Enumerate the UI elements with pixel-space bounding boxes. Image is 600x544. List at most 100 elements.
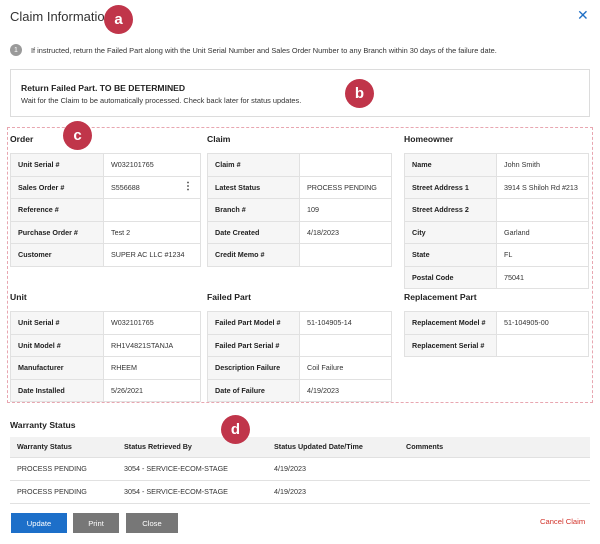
replacement-part-label: Replacement Serial #	[404, 333, 497, 357]
instruction-row: 1 If instructed, return the Failed Part …	[10, 44, 497, 56]
table-row: Street Address 2	[404, 198, 589, 222]
replacement-part-table: Replacement Model #51-104905-00 Replacem…	[404, 311, 589, 357]
order-value: Test 2	[103, 220, 201, 244]
sales-order-value: S556688	[111, 182, 140, 192]
homeowner-label: Street Address 2	[404, 198, 497, 222]
table-row: Postal Code 75041	[404, 265, 589, 289]
replacement-part-label: Replacement Model #	[404, 311, 497, 335]
table-row: Manufacturer RHEEM	[10, 356, 201, 380]
order-label: Unit Serial #	[10, 153, 104, 177]
annotation-badge-a: a	[104, 5, 133, 34]
homeowner-title: Homeowner	[404, 134, 454, 144]
claim-label: Latest Status	[207, 175, 300, 199]
table-row: Failed Part Serial #	[207, 333, 392, 357]
order-label: Sales Order #	[10, 175, 104, 199]
order-value: SUPER AC LLC #1234	[103, 243, 201, 267]
homeowner-value: Garland	[496, 220, 589, 244]
failed-part-label: Failed Part Serial #	[207, 333, 300, 357]
table-row: City Garland	[404, 220, 589, 244]
order-label: Customer	[10, 243, 104, 267]
failed-part-value	[299, 333, 392, 357]
claim-value	[299, 243, 392, 267]
table-cell: PROCESS PENDING	[10, 480, 117, 504]
claim-value: PROCESS PENDING	[299, 175, 392, 199]
print-button[interactable]: Print	[73, 513, 119, 533]
table-row: PROCESS PENDING 3054 - SERVICE-ECOM-STAG…	[10, 457, 590, 481]
table-row: Failed Part Model #51-104905-14	[207, 311, 392, 335]
step-number-icon: 1	[10, 44, 22, 56]
homeowner-value: John Smith	[496, 153, 589, 177]
unit-value: RHEEM	[103, 356, 201, 380]
table-row: Reference #	[10, 198, 201, 222]
warranty-status-title: Warranty Status	[10, 420, 76, 430]
annotation-badge-c: c	[63, 121, 92, 150]
table-cell: PROCESS PENDING	[10, 457, 117, 481]
claim-label: Branch #	[207, 198, 300, 222]
table-cell	[399, 480, 590, 504]
failed-part-value: Coil Failure	[299, 356, 392, 380]
failed-part-table: Failed Part Model #51-104905-14 Failed P…	[207, 311, 392, 402]
order-value	[103, 198, 201, 222]
failed-part-label: Failed Part Model #	[207, 311, 300, 335]
claim-title: Claim	[207, 134, 231, 144]
warranty-status-table: Warranty Status Status Retrieved By Stat…	[10, 437, 590, 504]
unit-title: Unit	[10, 292, 27, 302]
table-row: Replacement Serial #	[404, 333, 589, 357]
table-row: Latest Status PROCESS PENDING	[207, 175, 392, 199]
homeowner-label: Name	[404, 153, 497, 177]
failed-part-title: Failed Part	[207, 292, 251, 302]
notice-title: Return Failed Part. TO BE DETERMINED	[21, 83, 186, 93]
table-row: State FL	[404, 243, 589, 267]
claim-section: Claim Claim # Latest Status PROCESS PENDI…	[207, 134, 392, 267]
unit-section: Unit Unit Serial # W032101765 Unit Model …	[10, 292, 201, 402]
table-row: Customer SUPER AC LLC #1234	[10, 243, 201, 267]
replacement-part-section: Replacement Part Replacement Model #51-1…	[404, 292, 589, 357]
order-label: Purchase Order #	[10, 220, 104, 244]
failed-part-label: Description Failure	[207, 356, 300, 380]
close-button[interactable]: Close	[126, 513, 178, 533]
order-section: Order Unit Serial # W032101765 Sales Orde…	[10, 134, 201, 267]
failed-part-label: Date of Failure	[207, 378, 300, 402]
update-button[interactable]: Update	[11, 513, 67, 533]
table-cell: 3054 - SERVICE-ECOM-STAGE	[117, 457, 267, 481]
table-row: Sales Order # S556688 ⋮	[10, 175, 201, 199]
table-row: Street Address 1 3914 S Shiloh Rd #213	[404, 175, 589, 199]
table-row: Description Failure Coil Failure	[207, 356, 392, 380]
return-part-notice: Return Failed Part. TO BE DETERMINED Wai…	[10, 69, 590, 117]
homeowner-value: 75041	[496, 265, 589, 289]
close-icon[interactable]: ✕	[577, 8, 589, 22]
more-options-icon[interactable]: ⋮	[183, 181, 193, 192]
cancel-claim-link[interactable]: Cancel Claim	[540, 517, 585, 526]
table-row: PROCESS PENDING 3054 - SERVICE-ECOM-STAG…	[10, 480, 590, 504]
table-row: Date Created 4/18/2023	[207, 220, 392, 244]
homeowner-label: City	[404, 220, 497, 244]
table-row: Unit Serial # W032101765	[10, 311, 201, 335]
homeowner-value	[496, 198, 589, 222]
column-header: Warranty Status	[10, 437, 117, 458]
table-row: Purchase Order # Test 2	[10, 220, 201, 244]
notice-text: Wait for the Claim to be automatically p…	[21, 96, 302, 105]
homeowner-value: 3914 S Shiloh Rd #213	[496, 175, 589, 199]
claim-label: Credit Memo #	[207, 243, 300, 267]
replacement-part-value	[496, 333, 589, 357]
table-header-row: Warranty Status Status Retrieved By Stat…	[10, 437, 590, 458]
dialog-title: Claim Information	[10, 9, 112, 24]
unit-value: RH1V4821STANJA	[103, 333, 201, 357]
unit-value: W032101765	[103, 311, 201, 335]
claim-label: Date Created	[207, 220, 300, 244]
table-row: Date Installed 5/26/2021	[10, 378, 201, 402]
table-cell	[399, 457, 590, 481]
claim-value	[299, 153, 392, 177]
failed-part-section: Failed Part Failed Part Model #51-104905…	[207, 292, 392, 402]
unit-table: Unit Serial # W032101765 Unit Model # RH1V…	[10, 311, 201, 402]
unit-label: Date Installed	[10, 378, 104, 402]
replacement-part-value: 51-104905-00	[496, 311, 589, 335]
column-header: Comments	[399, 437, 590, 458]
failed-part-value: 51-104905-14	[299, 311, 392, 335]
table-row: Claim #	[207, 153, 392, 177]
table-cell: 4/19/2023	[267, 457, 399, 481]
claim-value: 109	[299, 198, 392, 222]
table-cell: 3054 - SERVICE-ECOM-STAGE	[117, 480, 267, 504]
homeowner-label: Street Address 1	[404, 175, 497, 199]
order-value: W032101765	[103, 153, 201, 177]
